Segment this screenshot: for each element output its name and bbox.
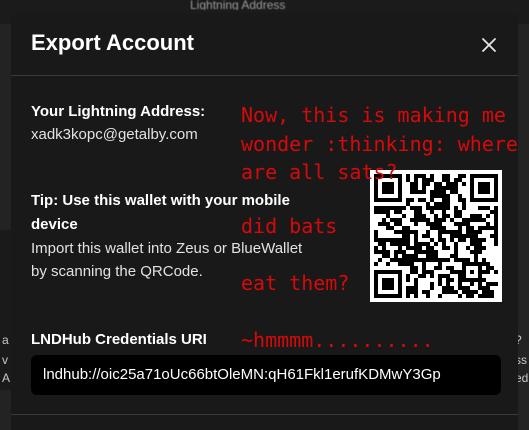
tip-text-line1: Import this wallet into Zeus or BlueWall… <box>31 240 303 257</box>
credentials-label: LNDHub Credentials URI <box>31 331 207 348</box>
tip-label-line2: device <box>31 216 78 233</box>
credentials-uri-field[interactable]: lndhub://oic25a71oUc66btOleMN:qH61Fkl1er… <box>31 355 501 395</box>
background-letter: v <box>2 353 8 367</box>
close-button[interactable] <box>477 33 501 57</box>
close-icon <box>482 38 496 52</box>
qr-code <box>370 170 502 302</box>
export-account-modal: Export Account Your Lightning Address: x… <box>11 13 518 430</box>
lightning-address-label: Your Lightning Address: <box>31 103 206 120</box>
background-header-text: Lightning Address <box>190 0 286 10</box>
annotation-line: eat them? <box>241 271 350 295</box>
annotation-line: did bats <box>241 214 338 238</box>
annotation-line: ~hmmmm.......... <box>241 328 434 352</box>
lightning-address-value: xadk3kopc@getalby.com <box>31 126 198 143</box>
tip-text-line2: by scanning the QRCode. <box>31 263 203 280</box>
qr-code-graphic <box>374 174 498 298</box>
modal-title: Export Account <box>31 30 194 55</box>
annotation-line: are all sats? <box>241 160 398 184</box>
modal-header: Export Account <box>11 13 518 76</box>
background-letter: a <box>2 333 9 347</box>
annotation-line: Now, this is making me <box>241 103 506 127</box>
annotation-line: wonder :thinking: where <box>241 132 518 156</box>
background-letter: A <box>2 371 11 385</box>
modal-footer-divider <box>11 414 518 415</box>
tip-label-line1: Tip: Use this wallet with your mobile <box>31 192 290 209</box>
